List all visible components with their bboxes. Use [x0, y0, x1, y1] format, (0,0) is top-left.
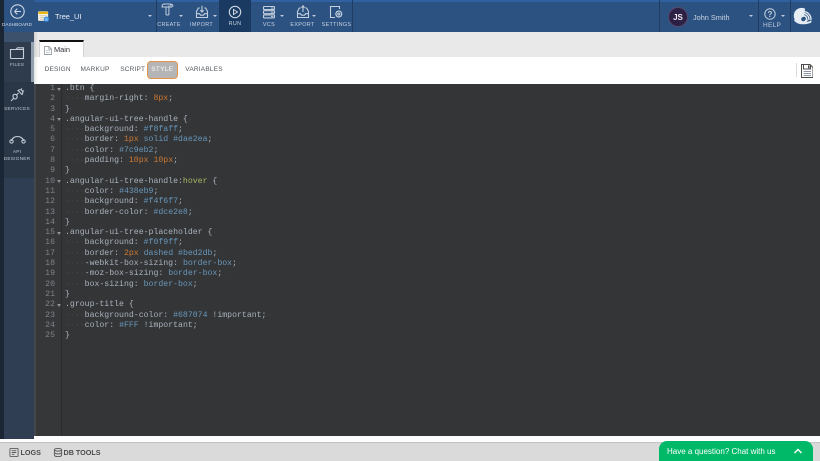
svg-text:?: ? — [768, 10, 773, 19]
